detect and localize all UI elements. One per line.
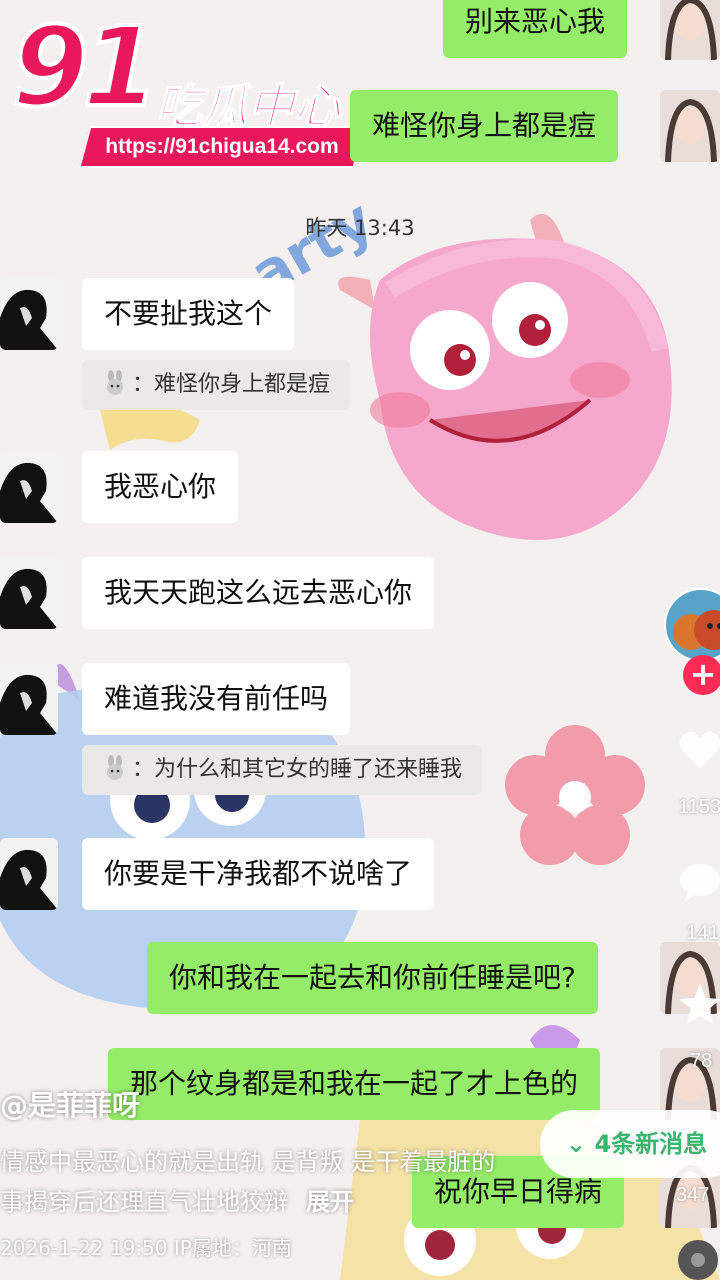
- comment-count: 141: [686, 922, 720, 944]
- logo-url-banner: https://91chigua14.com: [78, 126, 366, 168]
- chat-message-received: 不要扯我这个: [82, 278, 295, 350]
- avatar-girl: [660, 90, 720, 162]
- quoted-text: ：难怪你身上都是痘: [132, 372, 331, 397]
- chat-time-separator: 昨天 13:43: [305, 216, 415, 240]
- chat-message-received: 难道我没有前任吗: [82, 663, 351, 735]
- post-description: 情感中最恶心的就是出轨 是背叛 是干着最脏的 事揭穿后还理直气壮地狡辩 展开: [0, 1142, 600, 1222]
- new-comments-text: 4条新消息: [594, 1130, 708, 1158]
- avatar-boy: [0, 451, 58, 523]
- rabbit-emoji-icon: [107, 755, 123, 780]
- music-disc-icon[interactable]: [674, 1236, 720, 1280]
- heart-icon[interactable]: [676, 726, 720, 774]
- comment-icon[interactable]: [676, 858, 720, 906]
- chevron-down-icon: ⌄: [566, 1130, 595, 1158]
- site-logo: 91 吃瓜中心 https://91chigua14.com: [10, 10, 366, 168]
- star-icon[interactable]: [676, 980, 720, 1028]
- chat-message-sent: 你和我在一起去和你前任睡是吧?: [147, 942, 598, 1014]
- quoted-text: ：为什么和其它女的睡了还来睡我: [132, 757, 463, 782]
- favorite-count: 78: [690, 1050, 713, 1072]
- avatar-boy: [0, 838, 58, 910]
- chat-message-received: 我恶心你: [82, 451, 239, 523]
- logo-url-text: https://91chigua14.com: [105, 135, 339, 158]
- new-comments-pill[interactable]: ⌄ 4条新消息: [540, 1110, 720, 1178]
- avatar-boy: [0, 663, 58, 735]
- post-meta: 2026-1-22 19:50 IP属地：河南: [0, 1236, 292, 1260]
- like-count: 1153: [678, 796, 720, 818]
- post-desc-text: 事揭穿后还理直气壮地狡辩: [0, 1188, 288, 1216]
- logo-number: 91: [10, 3, 161, 131]
- chat-message-sent: 那个纹身都是和我在一起了才上色的: [108, 1048, 601, 1120]
- avatar-boy: [0, 557, 58, 629]
- pink-flower: [505, 725, 645, 865]
- expand-button[interactable]: 展开: [306, 1188, 354, 1216]
- chat-message-sent: 别来恶心我: [443, 0, 628, 58]
- quoted-reply: ：为什么和其它女的睡了还来睡我: [82, 745, 483, 795]
- post-desc-line: 情感中最恶心的就是出轨 是背叛 是干着最脏的: [0, 1148, 496, 1176]
- pink-monster-sticker: [338, 213, 672, 541]
- share-count: 347: [676, 1184, 710, 1206]
- chat-message-received: 你要是干净我都不说啥了: [82, 838, 435, 910]
- chat-message-sent: 难怪你身上都是痘: [350, 90, 619, 162]
- rabbit-emoji-icon: [107, 370, 123, 395]
- quoted-reply: ：难怪你身上都是痘: [82, 360, 351, 410]
- avatar-girl: [660, 0, 720, 60]
- post-author[interactable]: @是菲菲呀: [0, 1084, 140, 1124]
- post-desc-line-2: 事揭穿后还理直气壮地狡辩 展开: [0, 1182, 600, 1222]
- avatar-boy: [0, 278, 58, 350]
- follow-plus-button[interactable]: +: [683, 655, 720, 695]
- chat-message-received: 我天天跑这么远去恶心你: [82, 557, 435, 629]
